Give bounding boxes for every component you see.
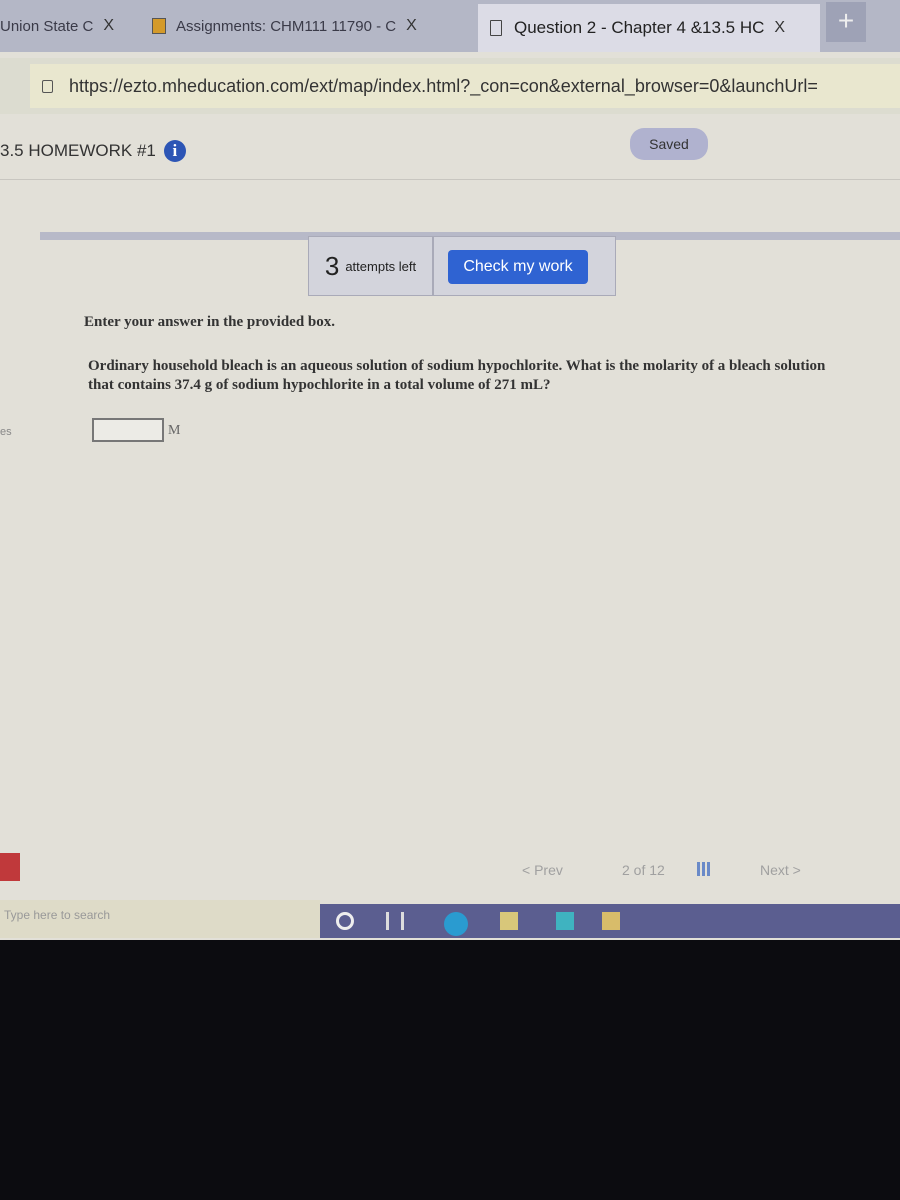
tab-question-2[interactable]: Question 2 - Chapter 4 &13.5 HC X	[478, 4, 820, 52]
edge-browser-icon[interactable]	[444, 912, 468, 936]
tab-title: Question 2 - Chapter 4 &13.5 HC	[514, 18, 765, 37]
new-tab-button[interactable]: +	[826, 2, 866, 42]
next-button[interactable]: Next >	[760, 862, 801, 878]
favicon-icon	[152, 18, 166, 34]
attempts-label: attempts left	[345, 258, 417, 274]
store-icon[interactable]	[602, 912, 620, 930]
close-icon[interactable]: X	[406, 17, 417, 35]
close-icon[interactable]: X	[103, 17, 114, 35]
url-input[interactable]: https://ezto.mheducation.com/ext/map/ind…	[30, 64, 900, 108]
unit-label: M	[168, 423, 181, 438]
tab-title: Union State C	[0, 17, 94, 35]
assignment-title: 3.5 HOMEWORK #1	[0, 141, 156, 160]
saved-badge: Saved	[630, 128, 708, 160]
question-text: Ordinary household bleach is an aqueous …	[88, 358, 826, 393]
lock-icon	[42, 79, 53, 93]
document-icon	[490, 20, 502, 36]
tab-union-state[interactable]: Union State C X	[0, 10, 140, 42]
mail-icon[interactable]	[556, 912, 574, 930]
tab-assignments[interactable]: Assignments: CHM111 11790 - C X	[152, 10, 472, 42]
answer-input[interactable]	[92, 418, 164, 442]
instruction-text: Enter your answer in the provided box.	[84, 314, 336, 330]
tab-bar: Union State C X Assignments: CHM111 1179…	[0, 0, 900, 52]
url-text: https://ezto.mheducation.com/ext/map/ind…	[69, 75, 818, 96]
tab-title: Assignments: CHM111 11790 - C	[176, 17, 397, 35]
check-my-work-button[interactable]: Check my work	[448, 250, 588, 284]
grid-icon[interactable]	[697, 862, 711, 876]
assignment-header: 3.5 HOMEWORK #1 i Saved	[0, 118, 900, 180]
file-explorer-icon[interactable]	[500, 912, 518, 930]
check-container: Check my work	[433, 236, 616, 296]
mcgraw-hill-logo	[0, 853, 20, 881]
info-icon[interactable]: i	[163, 140, 186, 162]
taskbar	[320, 904, 900, 938]
close-icon[interactable]: X	[774, 19, 785, 37]
attempts-indicator: 3 attempts left	[308, 236, 433, 296]
screen: Union State C X Assignments: CHM111 1179…	[0, 0, 900, 940]
edge-text: es	[0, 426, 12, 438]
taskbar-search[interactable]: Type here to search	[0, 900, 320, 938]
page-indicator: 2 of 12	[622, 862, 665, 878]
cortana-icon[interactable]	[336, 912, 354, 930]
address-bar: https://ezto.mheducation.com/ext/map/ind…	[0, 58, 900, 114]
task-view-icon[interactable]	[386, 912, 404, 930]
attempts-count: 3	[324, 250, 340, 281]
prev-button[interactable]: < Prev	[522, 862, 563, 878]
